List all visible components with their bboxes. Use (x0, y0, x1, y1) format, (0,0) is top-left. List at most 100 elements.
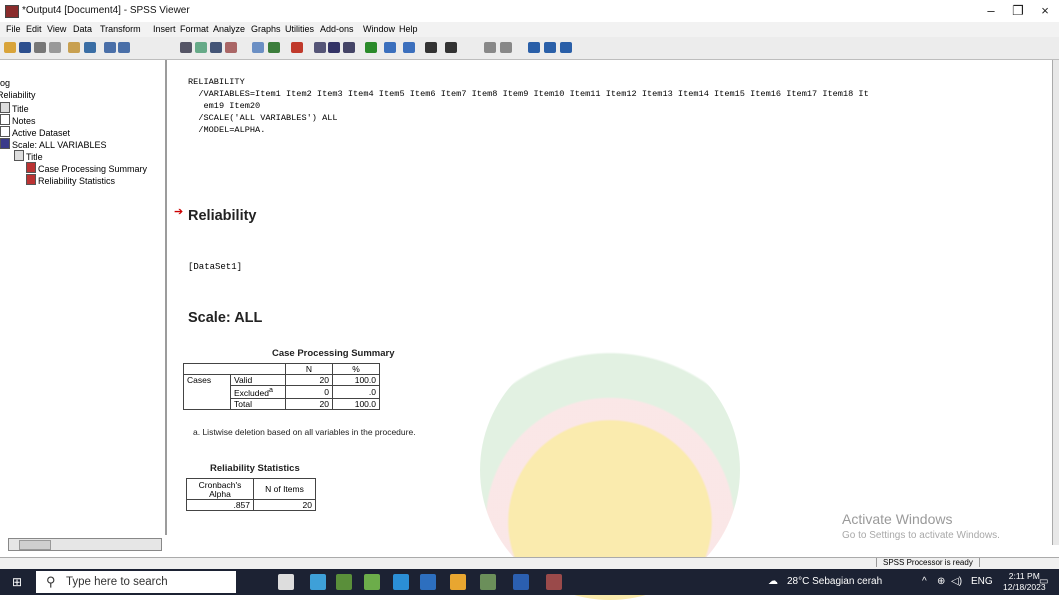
promote-icon[interactable] (384, 42, 396, 53)
export-icon[interactable] (68, 42, 80, 53)
outline-horizontal-scrollbar[interactable] (8, 538, 162, 551)
menu-format[interactable]: Format (180, 24, 209, 34)
scrollbar-thumb[interactable] (19, 540, 51, 550)
weight-cases-icon[interactable] (314, 42, 326, 53)
spreadsheet-icon[interactable] (364, 574, 380, 590)
menu-transform[interactable]: Transform (100, 24, 141, 34)
recall-dialog-icon[interactable] (84, 42, 96, 53)
window-title: *Output4 [Document4] - SPSS Viewer (22, 5, 190, 16)
scale-heading[interactable]: Scale: ALL (188, 310, 262, 326)
toolbar (0, 37, 1059, 60)
tree-item-log[interactable]: Log (0, 78, 10, 88)
activate-windows-subtitle: Go to Settings to activate Windows. (842, 530, 1000, 541)
weather-text[interactable]: 28°C Sebagian cerah (787, 576, 882, 587)
insert-title-icon[interactable] (544, 42, 556, 53)
notifications-icon[interactable]: ▭ (1039, 576, 1048, 587)
spss-app-icon (5, 5, 19, 18)
case-processing-table[interactable]: N % Cases Valid 20 100.0 Excludeda 0 .0 … (183, 363, 380, 410)
insert-heading-icon[interactable] (528, 42, 540, 53)
tree-item-case-processing[interactable]: Case Processing Summary (26, 162, 147, 174)
title-icon (14, 150, 24, 161)
photos-icon[interactable] (480, 574, 496, 590)
goto-data-icon[interactable] (180, 42, 192, 53)
row-group-cases: Cases (183, 374, 231, 386)
weather-icon[interactable]: ☁ (768, 576, 778, 587)
dataset-icon (0, 126, 10, 137)
table-icon (26, 162, 36, 173)
value-labels-icon[interactable] (268, 42, 280, 53)
network-icon[interactable]: ⊕ (937, 576, 945, 587)
undo-icon[interactable] (104, 42, 116, 53)
menu-addons[interactable]: Add-ons (320, 24, 354, 34)
mail-icon[interactable] (393, 574, 409, 590)
menu-help[interactable]: Help (399, 24, 418, 34)
save-icon[interactable] (19, 42, 31, 53)
spss-taskbar-icon[interactable] (546, 574, 562, 590)
print-preview-icon[interactable] (49, 42, 61, 53)
menu-utilities[interactable]: Utilities (285, 24, 314, 34)
chart-icon[interactable] (225, 42, 237, 53)
processor-status: SPSS Processor is ready (876, 558, 980, 567)
menu-file[interactable]: File (6, 24, 21, 34)
hide-icon[interactable] (500, 42, 512, 53)
taskbar: ⊞ ⚲ Type here to search ☁ 28°C Sebagian … (0, 569, 1059, 595)
redo-icon[interactable] (118, 42, 130, 53)
calculator-icon[interactable] (336, 574, 352, 590)
taskbar-search[interactable]: ⚲ Type here to search (36, 571, 236, 593)
menu-window[interactable]: Window (363, 24, 395, 34)
tree-item-reliability[interactable]: Reliability (0, 90, 36, 100)
find-icon[interactable] (252, 42, 264, 53)
goto-case-icon[interactable] (195, 42, 207, 53)
col-header-n: N (285, 363, 333, 375)
tree-item-scale-title[interactable]: Title (14, 150, 43, 162)
table-corner (183, 363, 286, 375)
reliability-heading[interactable]: Reliability (188, 208, 257, 224)
menu-analyze[interactable]: Analyze (213, 24, 245, 34)
tree-item-title[interactable]: Title (0, 102, 29, 114)
variables-icon[interactable] (210, 42, 222, 53)
minimize-button[interactable]: – (978, 3, 1004, 18)
tree-item-reliability-statistics[interactable]: Reliability Statistics (26, 174, 115, 186)
tray-chevron-icon[interactable]: ^ (922, 576, 927, 587)
show-icon[interactable] (484, 42, 496, 53)
cell-alpha-value: .857 (186, 499, 254, 511)
word-icon[interactable] (513, 574, 529, 590)
collapse-icon[interactable] (445, 42, 457, 53)
dataset-label: [DataSet1] (188, 262, 243, 272)
menu-graphs[interactable]: Graphs (251, 24, 281, 34)
print-icon[interactable] (34, 42, 46, 53)
volume-icon[interactable]: ◁) (951, 576, 962, 587)
open-icon[interactable] (4, 42, 16, 53)
windows-start-icon[interactable]: ⊞ (12, 576, 24, 588)
insert-variable-icon[interactable] (343, 42, 355, 53)
table-icon (26, 174, 36, 185)
col-header-items: N of Items (253, 478, 316, 500)
file-explorer-icon[interactable] (310, 574, 326, 590)
tree-item-scale[interactable]: Scale: ALL VARIABLES (0, 138, 107, 150)
excluded-label: Excluded (234, 387, 269, 398)
expand-icon[interactable] (425, 42, 437, 53)
demote-icon[interactable] (403, 42, 415, 53)
vlc-icon[interactable] (450, 574, 466, 590)
menu-edit[interactable]: Edit (26, 24, 42, 34)
reliability-statistics-table[interactable]: Cronbach's Alpha N of Items .857 20 (186, 478, 316, 511)
menu-view[interactable]: View (47, 24, 66, 34)
menu-insert[interactable]: Insert (153, 24, 176, 34)
language-indicator[interactable]: ENG (971, 576, 993, 587)
designate-window-icon[interactable] (365, 42, 377, 53)
tree-label: Scale: ALL VARIABLES (12, 140, 107, 150)
task-view-icon[interactable] (278, 574, 294, 590)
menu-data[interactable]: Data (73, 24, 92, 34)
tree-item-notes[interactable]: Notes (0, 114, 36, 126)
row-group-empty (183, 385, 231, 399)
viewer-vertical-scrollbar[interactable] (1052, 60, 1059, 545)
select-cases-icon[interactable] (291, 42, 303, 53)
maximize-button[interactable]: ❐ (1005, 3, 1031, 19)
photoshop-icon[interactable] (420, 574, 436, 590)
tree-label: Active Dataset (12, 128, 71, 138)
close-button[interactable]: × (1032, 3, 1058, 18)
insert-text-icon[interactable] (560, 42, 572, 53)
tree-item-active-dataset[interactable]: Active Dataset (0, 126, 70, 138)
row-group-empty (183, 398, 231, 410)
split-file-icon[interactable] (328, 42, 340, 53)
